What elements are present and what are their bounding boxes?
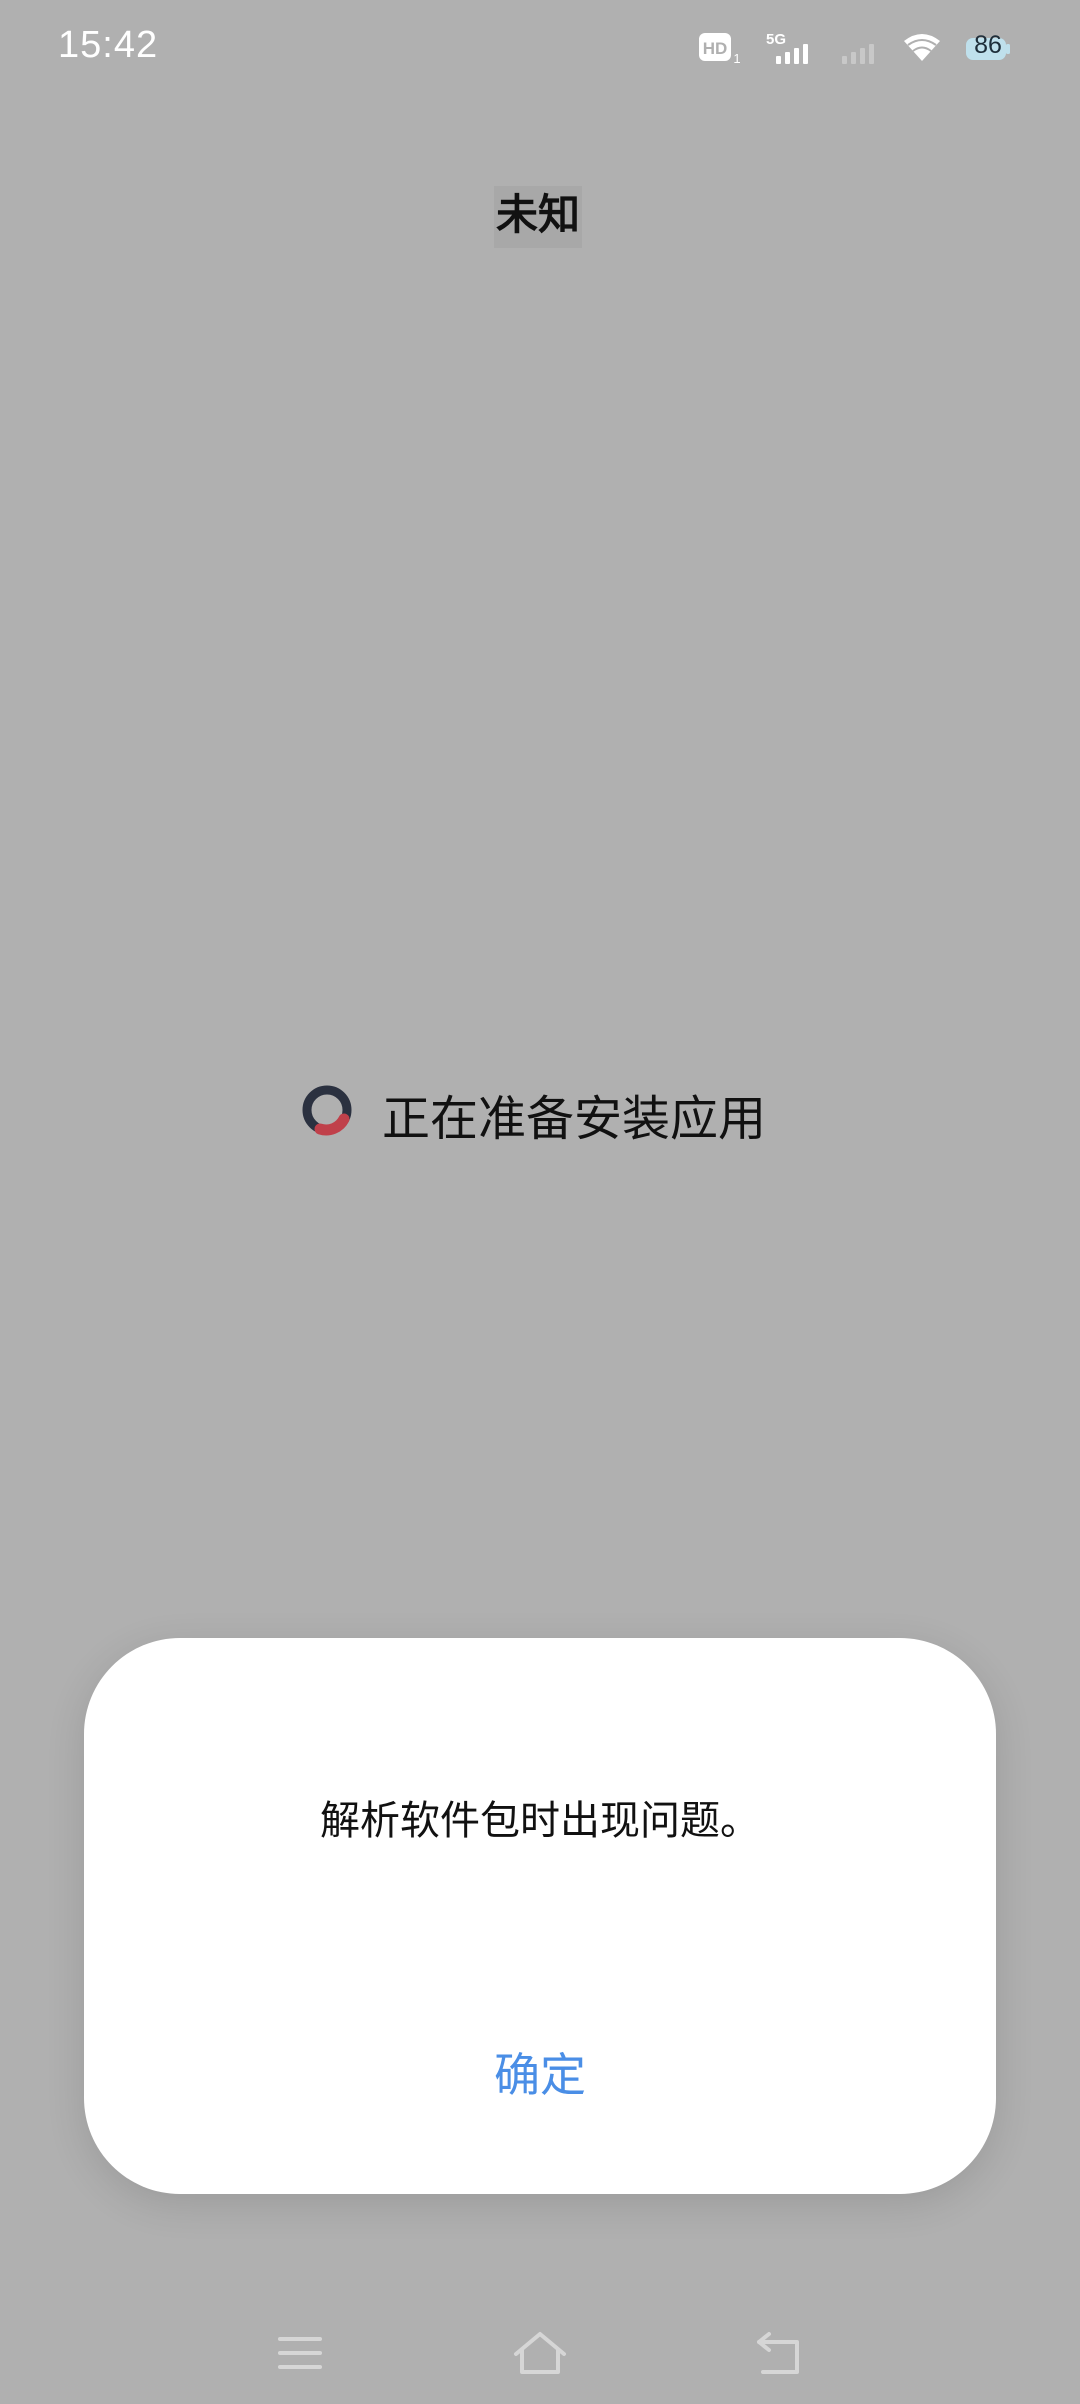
dialog-message: 解析软件包时出现问题。 [320, 1798, 760, 1844]
menu-button[interactable] [260, 2318, 340, 2388]
battery-icon: 86 [966, 31, 1010, 63]
app-title: 未知 [494, 186, 583, 248]
loading-spinner-icon [300, 1083, 382, 1145]
navigation-bar [0, 2300, 1080, 2404]
back-icon [757, 2332, 799, 2374]
wifi-icon [902, 31, 942, 65]
svg-text:HD: HD [703, 39, 728, 58]
signal-5g-icon: 5G [766, 30, 816, 66]
home-icon [514, 2332, 566, 2374]
error-dialog: 解析软件包时出现问题。 确定 [84, 1638, 996, 2194]
back-button[interactable] [740, 2318, 820, 2388]
home-button[interactable] [500, 2318, 580, 2388]
ok-button[interactable]: 确定 [440, 2038, 640, 2112]
svg-text:1: 1 [733, 51, 740, 65]
battery-level: 86 [974, 31, 1002, 59]
status-time: 15:42 [58, 24, 159, 66]
menu-icon [278, 2337, 322, 2369]
preparing-status: 正在准备安装应用 [300, 1082, 767, 1147]
svg-text:5G: 5G [766, 31, 786, 48]
signal-secondary-icon [840, 30, 878, 66]
preparing-text: 正在准备安装应用 [382, 1091, 767, 1147]
status-bar: 15:42 HD 1 5G 86 [0, 0, 1080, 96]
status-icons: HD 1 5G 86 [698, 28, 1010, 68]
hd-voice-icon: HD 1 [698, 31, 742, 65]
